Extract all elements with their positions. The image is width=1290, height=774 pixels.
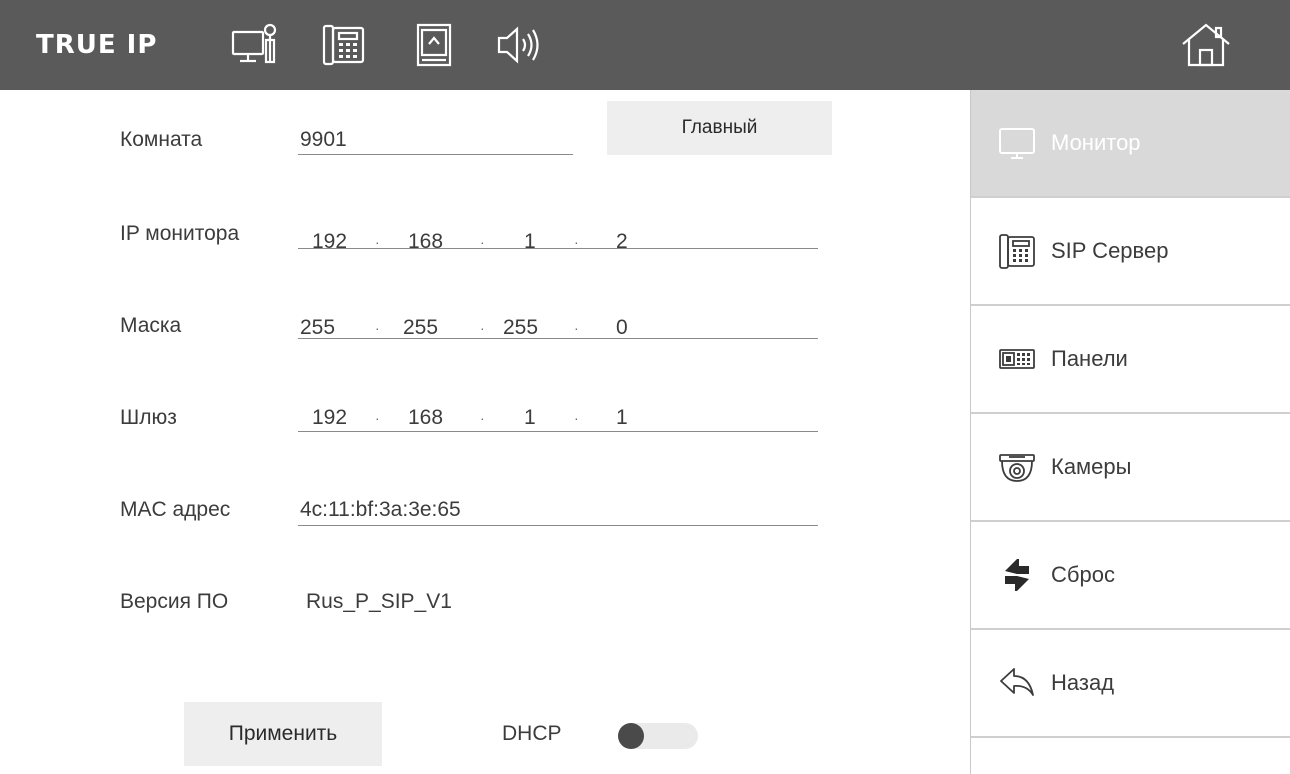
ip-octet[interactable]: 2 <box>616 230 628 254</box>
gateway-octet[interactable]: 1 <box>524 406 536 430</box>
dhcp-toggle[interactable] <box>618 723 698 749</box>
ip-dot: · <box>480 410 485 426</box>
firmware-label: Версия ПО <box>120 590 229 613</box>
ip-dot: · <box>480 320 485 336</box>
room-underline <box>298 154 573 155</box>
ip-dot: · <box>574 410 579 426</box>
dome-camera-icon <box>997 447 1037 487</box>
sidebar-item-sip-server[interactable]: SIP Сервер <box>971 198 1290 306</box>
ip-dot: · <box>375 410 380 426</box>
reset-arrows-icon <box>997 555 1037 595</box>
ip-octet[interactable]: 192 <box>312 230 347 254</box>
gateway-underline <box>298 431 818 432</box>
dhcp-label: DHCP <box>502 722 562 745</box>
gateway-octet[interactable]: 192 <box>312 406 347 430</box>
speaker-icon[interactable] <box>495 22 543 68</box>
ip-dot: · <box>375 320 380 336</box>
door-panel-icon <box>997 339 1037 379</box>
gateway-label: Шлюз <box>120 406 177 429</box>
mac-label: MAC адрес <box>120 498 231 521</box>
apply-button[interactable]: Применить <box>184 702 382 766</box>
ip-octet[interactable]: 168 <box>408 230 443 254</box>
sidebar-item-label: SIP Сервер <box>1051 238 1169 263</box>
firmware-value: Rus_P_SIP_V1 <box>306 590 452 613</box>
main-button[interactable]: Главный <box>607 101 832 155</box>
brand-logo: TRUE IP <box>36 30 158 60</box>
monitor-ip-label: IP монитора <box>120 222 240 245</box>
sidebar-item-monitor[interactable]: Монитор <box>971 90 1290 198</box>
mac-value: 4c:11:bf:3a:3e:65 <box>300 498 461 521</box>
gateway-octet[interactable]: 1 <box>616 406 628 430</box>
back-arrow-icon <box>997 663 1037 703</box>
dhcp-toggle-knob <box>618 723 644 749</box>
mask-octet[interactable]: 0 <box>616 316 628 340</box>
sidebar-item-reset[interactable]: Сброс <box>971 522 1290 630</box>
monitor-ip-underline <box>298 248 818 249</box>
ip-dot: · <box>574 320 579 336</box>
home-icon[interactable] <box>1180 22 1232 68</box>
monitor-key-icon[interactable] <box>230 22 278 68</box>
mask-octet[interactable]: 255 <box>300 316 335 340</box>
mac-underline <box>298 525 818 526</box>
room-value[interactable]: 9901 <box>300 128 347 152</box>
sidebar: Монитор SIP Сервер Панели Камеры Сброс Н… <box>970 90 1290 774</box>
mask-octet[interactable]: 255 <box>403 316 438 340</box>
sidebar-item-label: Панели <box>1051 346 1128 371</box>
room-label: Комната <box>120 128 203 151</box>
ip-octet[interactable]: 1 <box>524 230 536 254</box>
phone-keypad-icon <box>997 231 1037 271</box>
sidebar-item-label: Камеры <box>1051 454 1132 479</box>
monitor-icon <box>997 123 1037 163</box>
sidebar-item-label: Сброс <box>1051 562 1115 587</box>
mask-octet[interactable]: 255 <box>503 316 538 340</box>
sidebar-item-label: Монитор <box>1051 130 1141 155</box>
sd-card-icon[interactable] <box>410 22 458 68</box>
sidebar-item-cameras[interactable]: Камеры <box>971 414 1290 522</box>
top-bar: TRUE IP <box>0 0 1290 90</box>
gateway-octet[interactable]: 168 <box>408 406 443 430</box>
sidebar-item-panels[interactable]: Панели <box>971 306 1290 414</box>
sidebar-item-back[interactable]: Назад <box>971 630 1290 738</box>
phone-keypad-icon[interactable] <box>320 22 368 68</box>
sidebar-item-label: Назад <box>1051 670 1115 695</box>
mask-underline <box>298 338 818 339</box>
mask-label: Маска <box>120 314 182 337</box>
